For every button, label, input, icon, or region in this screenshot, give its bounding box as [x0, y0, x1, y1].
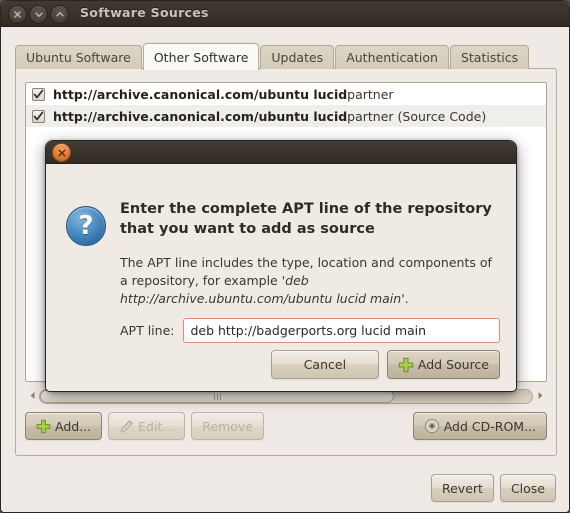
edit-button-label: Edit... [138, 418, 175, 434]
add-source-button[interactable]: Add Source [386, 350, 500, 379]
apt-line-value: deb http://badgerports.org lucid main [190, 323, 427, 338]
dialog-description-period: . [404, 291, 409, 307]
question-mark-icon: ? [66, 206, 106, 246]
dialog-titlebar [46, 141, 516, 164]
window-minimize-icon[interactable] [29, 5, 48, 24]
window-titlebar: Software Sources [1, 1, 569, 27]
pencil-icon [119, 419, 134, 434]
remove-button-label: Remove [202, 418, 253, 434]
tab-ubuntu-software[interactable]: Ubuntu Software [15, 45, 142, 69]
add-button[interactable]: Add... [25, 412, 103, 440]
cancel-button-label: Cancel [303, 357, 347, 372]
add-button-label: Add... [55, 418, 92, 434]
table-row[interactable]: http://archive.canonical.com/ubuntu luci… [26, 105, 546, 127]
tab-bar: Ubuntu Software Other Software Updates A… [15, 42, 530, 70]
repository-actions: Add... Edit... Remove [25, 412, 264, 440]
add-cdrom-button-label: Add CD-ROM... [443, 418, 536, 434]
plus-icon [398, 357, 414, 373]
close-button[interactable]: Close [499, 474, 556, 502]
cancel-button[interactable]: Cancel [270, 350, 379, 379]
edit-button[interactable]: Edit... [108, 412, 186, 440]
dialog-footer: Revert Close [430, 474, 556, 502]
dialog-body: ? Enter the complete APT line of the rep… [46, 164, 516, 391]
add-cdrom-button[interactable]: Add CD-ROM... [412, 412, 547, 440]
repository-components: partner [347, 86, 394, 102]
apt-line-label: APT line: [120, 323, 175, 338]
software-sources-window: Software Sources Ubuntu Software Other S… [0, 0, 570, 513]
tab-statistics[interactable]: Statistics [449, 45, 530, 69]
apt-line-row: APT line: deb http://badgerports.org luc… [120, 318, 500, 343]
repository-checkbox[interactable] [32, 87, 45, 101]
window-close-icon[interactable] [8, 5, 27, 24]
scrollbar-grip-icon [213, 393, 221, 400]
apt-line-input[interactable]: deb http://badgerports.org lucid main [183, 318, 500, 343]
repository-checkbox[interactable] [32, 109, 45, 123]
dialog-action-buttons: Cancel Add Source [270, 350, 500, 379]
plus-icon [36, 419, 51, 434]
tab-authentication[interactable]: Authentication [335, 45, 449, 69]
add-apt-line-dialog: ? Enter the complete APT line of the rep… [45, 140, 517, 392]
dialog-heading: Enter the complete APT line of the repos… [120, 201, 492, 237]
remove-button[interactable]: Remove [191, 412, 264, 440]
window-maximize-icon[interactable] [50, 5, 69, 24]
dialog-close-icon[interactable] [52, 143, 71, 162]
tab-other-software[interactable]: Other Software [142, 43, 260, 70]
revert-button-label: Revert [441, 480, 483, 496]
add-source-button-label: Add Source [417, 357, 489, 372]
repository-url: http://archive.canonical.com/ubuntu luci… [53, 108, 348, 124]
repository-url: http://archive.canonical.com/ubuntu luci… [53, 86, 348, 102]
cdrom-icon [424, 418, 440, 434]
tab-updates[interactable]: Updates [260, 45, 335, 69]
close-button-label: Close [510, 480, 545, 496]
repository-components: partner (Source Code) [347, 108, 487, 124]
table-row[interactable]: http://archive.canonical.com/ubuntu luci… [26, 83, 546, 105]
window-controls [8, 5, 69, 24]
dialog-description: The APT line includes the type, location… [120, 254, 492, 308]
scroll-right-arrow-icon[interactable] [533, 391, 547, 402]
window-title: Software Sources [80, 5, 209, 20]
scroll-left-arrow-icon[interactable] [25, 391, 39, 402]
revert-button[interactable]: Revert [430, 474, 494, 502]
